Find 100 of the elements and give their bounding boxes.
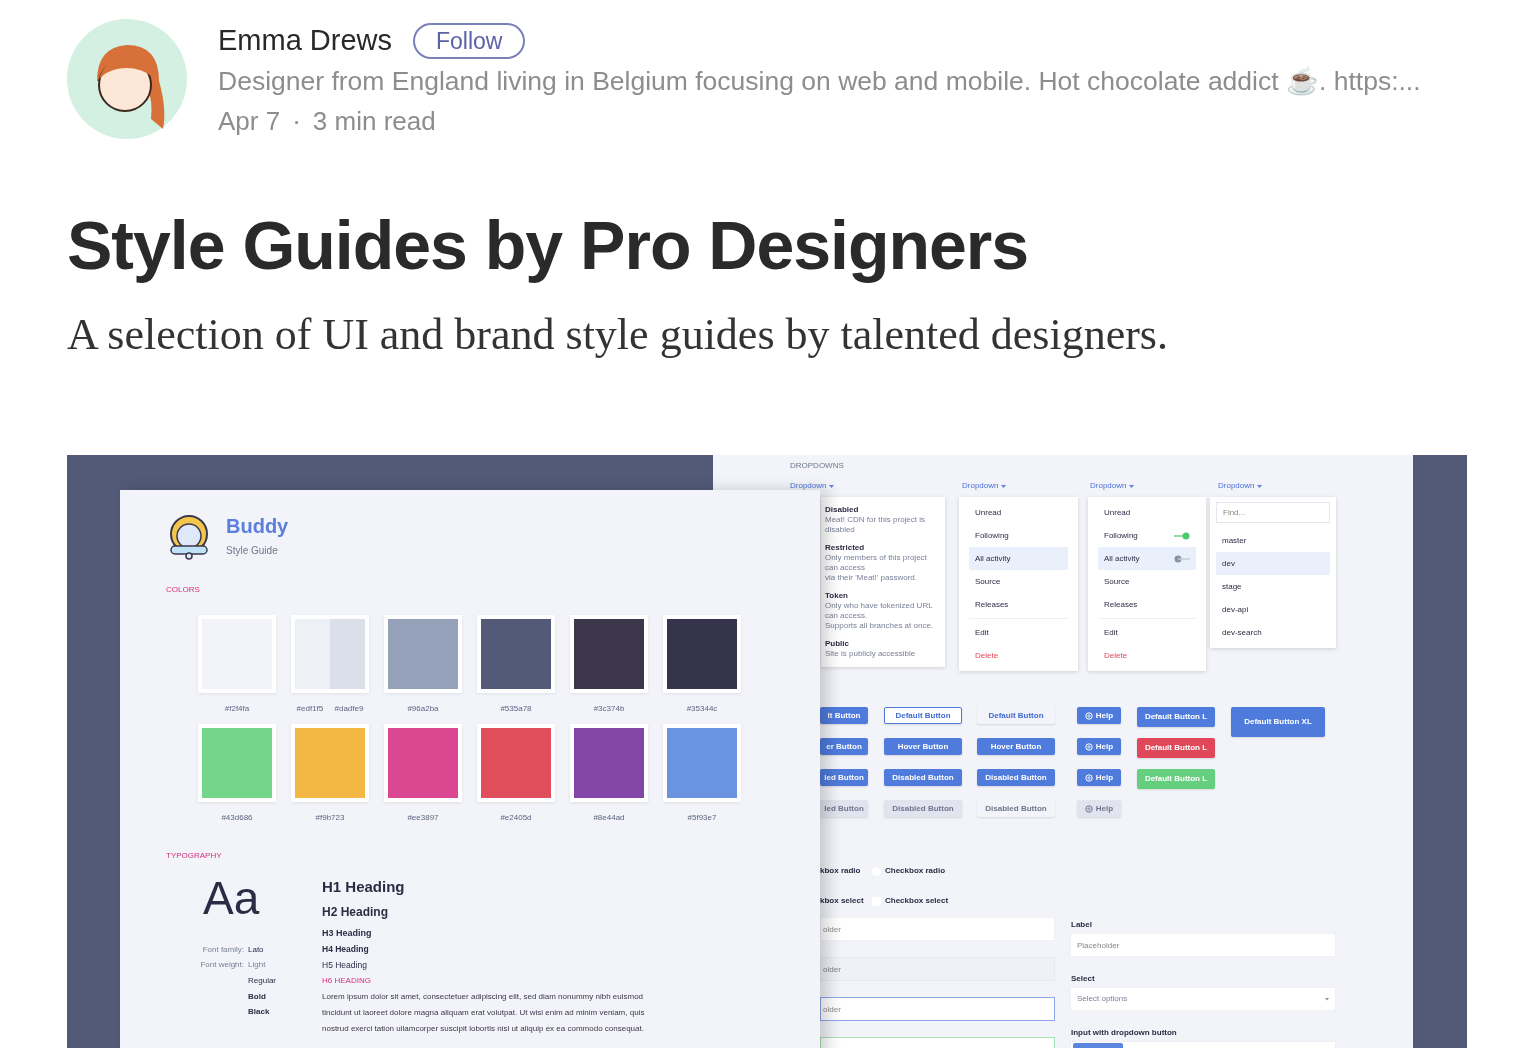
dropdown-trigger[interactable]: Dropdown: [790, 481, 835, 491]
caret-icon: [1001, 484, 1007, 488]
color-code: #5f93e7: [687, 811, 717, 824]
help-icon: [1084, 711, 1093, 720]
option-description: Supports all branches at once.: [825, 621, 935, 631]
style-button[interactable]: Help: [1077, 800, 1121, 817]
read-time: 3 min read: [312, 104, 436, 138]
menu-item[interactable]: Unread: [1098, 501, 1196, 524]
style-button[interactable]: Default Button: [884, 707, 962, 724]
heading-sample: H4 Heading: [322, 943, 370, 956]
help-icon: [1084, 742, 1093, 751]
heading-sample: H6 HEADING: [322, 975, 372, 987]
paragraph-line: Lorem ipsum dolor sit amet, consectetuer adipiscing elit, sed diam nonummy nibh euismod: [322, 991, 645, 1003]
brand-name: Buddy: [226, 514, 289, 538]
caret-icon: [1325, 997, 1329, 1001]
heading-sample: H3 Heading: [322, 927, 373, 940]
caret-icon: [1129, 484, 1135, 488]
style-button[interactable]: Help: [1077, 707, 1121, 724]
menu-item[interactable]: Delete: [1098, 644, 1196, 667]
property-value: Black: [248, 1006, 270, 1019]
property-label: Font family:: [202, 943, 244, 956]
color-code: #43d686: [221, 811, 253, 824]
option-description: Only who have tokenized URL can access.: [825, 601, 934, 621]
style-button[interactable]: led Button: [820, 769, 868, 786]
menu-item[interactable]: Edit: [969, 621, 1068, 644]
heading-sample: H5 Heading: [322, 959, 368, 972]
menu-item[interactable]: Source: [969, 570, 1068, 593]
color-code: #e2405d: [500, 811, 532, 824]
choice-label: Checkbox select: [885, 895, 949, 907]
style-button[interactable]: lt Button: [820, 707, 868, 724]
menu-item[interactable]: Unread: [969, 501, 1068, 524]
style-button[interactable]: Disabled Button: [884, 800, 962, 817]
separator: ·: [292, 104, 301, 138]
option-title: Token: [825, 591, 849, 601]
color-code: #edf1f5: [296, 702, 324, 715]
menu-item[interactable]: Following: [1098, 524, 1196, 547]
property-value: Light: [248, 959, 266, 972]
property-value: Regular: [248, 975, 276, 987]
style-button[interactable]: Default Button L: [1137, 738, 1215, 758]
style-button[interactable]: Disabled Button: [977, 769, 1055, 786]
dropdown-trigger[interactable]: Dropdown: [1090, 481, 1135, 491]
paragraph-line: tincidunt ut laoreet dolore magna aliquam erat volutpat. Ut wisi enim ad minim veniam, quis: [322, 1007, 645, 1019]
menu-item[interactable]: Releases: [969, 593, 1068, 616]
heading-sample: H1 Heading: [322, 879, 406, 897]
menu-item[interactable]: Edit: [1098, 621, 1196, 644]
style-button[interactable]: Default Button: [977, 707, 1055, 724]
menu-item[interactable]: All activity: [969, 547, 1068, 570]
style-button[interactable]: Default Button XL: [1231, 707, 1325, 737]
menu-item[interactable]: dev-api: [1216, 598, 1330, 621]
toggle-switch[interactable]: [1174, 531, 1190, 540]
section-heading: DROPDOWNS: [790, 460, 844, 472]
toggle-switch[interactable]: [1174, 554, 1190, 563]
color-code: #535a78: [500, 702, 532, 715]
menu-item[interactable]: master: [1216, 529, 1330, 552]
style-button[interactable]: Disabled Button: [884, 769, 962, 786]
color-code: #ee3897: [407, 811, 439, 824]
input-field[interactable]: older: [820, 997, 1055, 1021]
property-value: Bold: [248, 990, 266, 1003]
style-button[interactable]: Disabled Button: [977, 800, 1055, 817]
type-sample: Aa: [203, 872, 260, 924]
style-button[interactable]: Help: [1077, 769, 1121, 786]
option-title: Public: [825, 639, 850, 649]
paragraph-line: nostrud exerci tation ullamcorper suscipit lobortis nisl ut aliquip ex ea commodo consequat.: [322, 1023, 645, 1035]
style-button[interactable]: led Button: [820, 800, 868, 817]
select-field[interactable]: Select options: [1070, 987, 1336, 1011]
brand-tagline: Style Guide: [226, 545, 278, 557]
search-field[interactable]: Find...: [1216, 502, 1330, 523]
color-code: #dadfe9: [334, 702, 364, 715]
option-title: Restricted: [825, 543, 866, 553]
menu-item[interactable]: Source: [1098, 570, 1196, 593]
author-name[interactable]: Emma Drews: [218, 19, 392, 63]
option-description: Site is publicly accessible: [825, 649, 917, 659]
dropdown-trigger[interactable]: Dropdown: [962, 481, 1007, 491]
section-heading: TYPOGRAPHY: [166, 851, 222, 861]
option-description: Meat! CDN for this project is disabled: [825, 515, 927, 535]
style-button[interactable]: Default Button L: [1137, 707, 1215, 727]
color-code: #35344c: [686, 702, 718, 715]
menu-item[interactable]: Releases: [1098, 593, 1196, 616]
field-label: Select: [1070, 973, 1096, 985]
menu-item[interactable]: All activity: [1098, 547, 1196, 570]
menu-item[interactable]: Delete: [969, 644, 1068, 667]
style-button[interactable]: Help: [1077, 738, 1121, 755]
menu-item[interactable]: stage: [1216, 575, 1330, 598]
caret-icon: [1257, 484, 1263, 488]
style-button[interactable]: Hover Button: [977, 738, 1055, 755]
property-value: Lato: [248, 943, 264, 956]
style-button[interactable]: er Button: [820, 738, 868, 755]
field-label: Label: [1070, 919, 1093, 931]
follow-button[interactable]: Follow: [413, 23, 526, 59]
style-button[interactable]: Hover Button: [884, 738, 962, 755]
menu-item[interactable]: dev: [1216, 552, 1330, 575]
color-code: #f9b723: [315, 811, 345, 824]
property-label: Font weight:: [200, 959, 244, 972]
heading-sample: H2 Heading: [322, 904, 389, 921]
dropdown-trigger[interactable]: Dropdown: [1218, 481, 1263, 491]
menu-item[interactable]: Following: [969, 524, 1068, 547]
help-icon: [1084, 804, 1093, 813]
menu-item[interactable]: dev-search: [1216, 621, 1330, 644]
section-heading: COLORS: [166, 585, 200, 595]
author-bio: Designer from England living in Belgium focusing on web and mobile. Hot chocolate addict ☕. https:...: [218, 65, 1421, 98]
